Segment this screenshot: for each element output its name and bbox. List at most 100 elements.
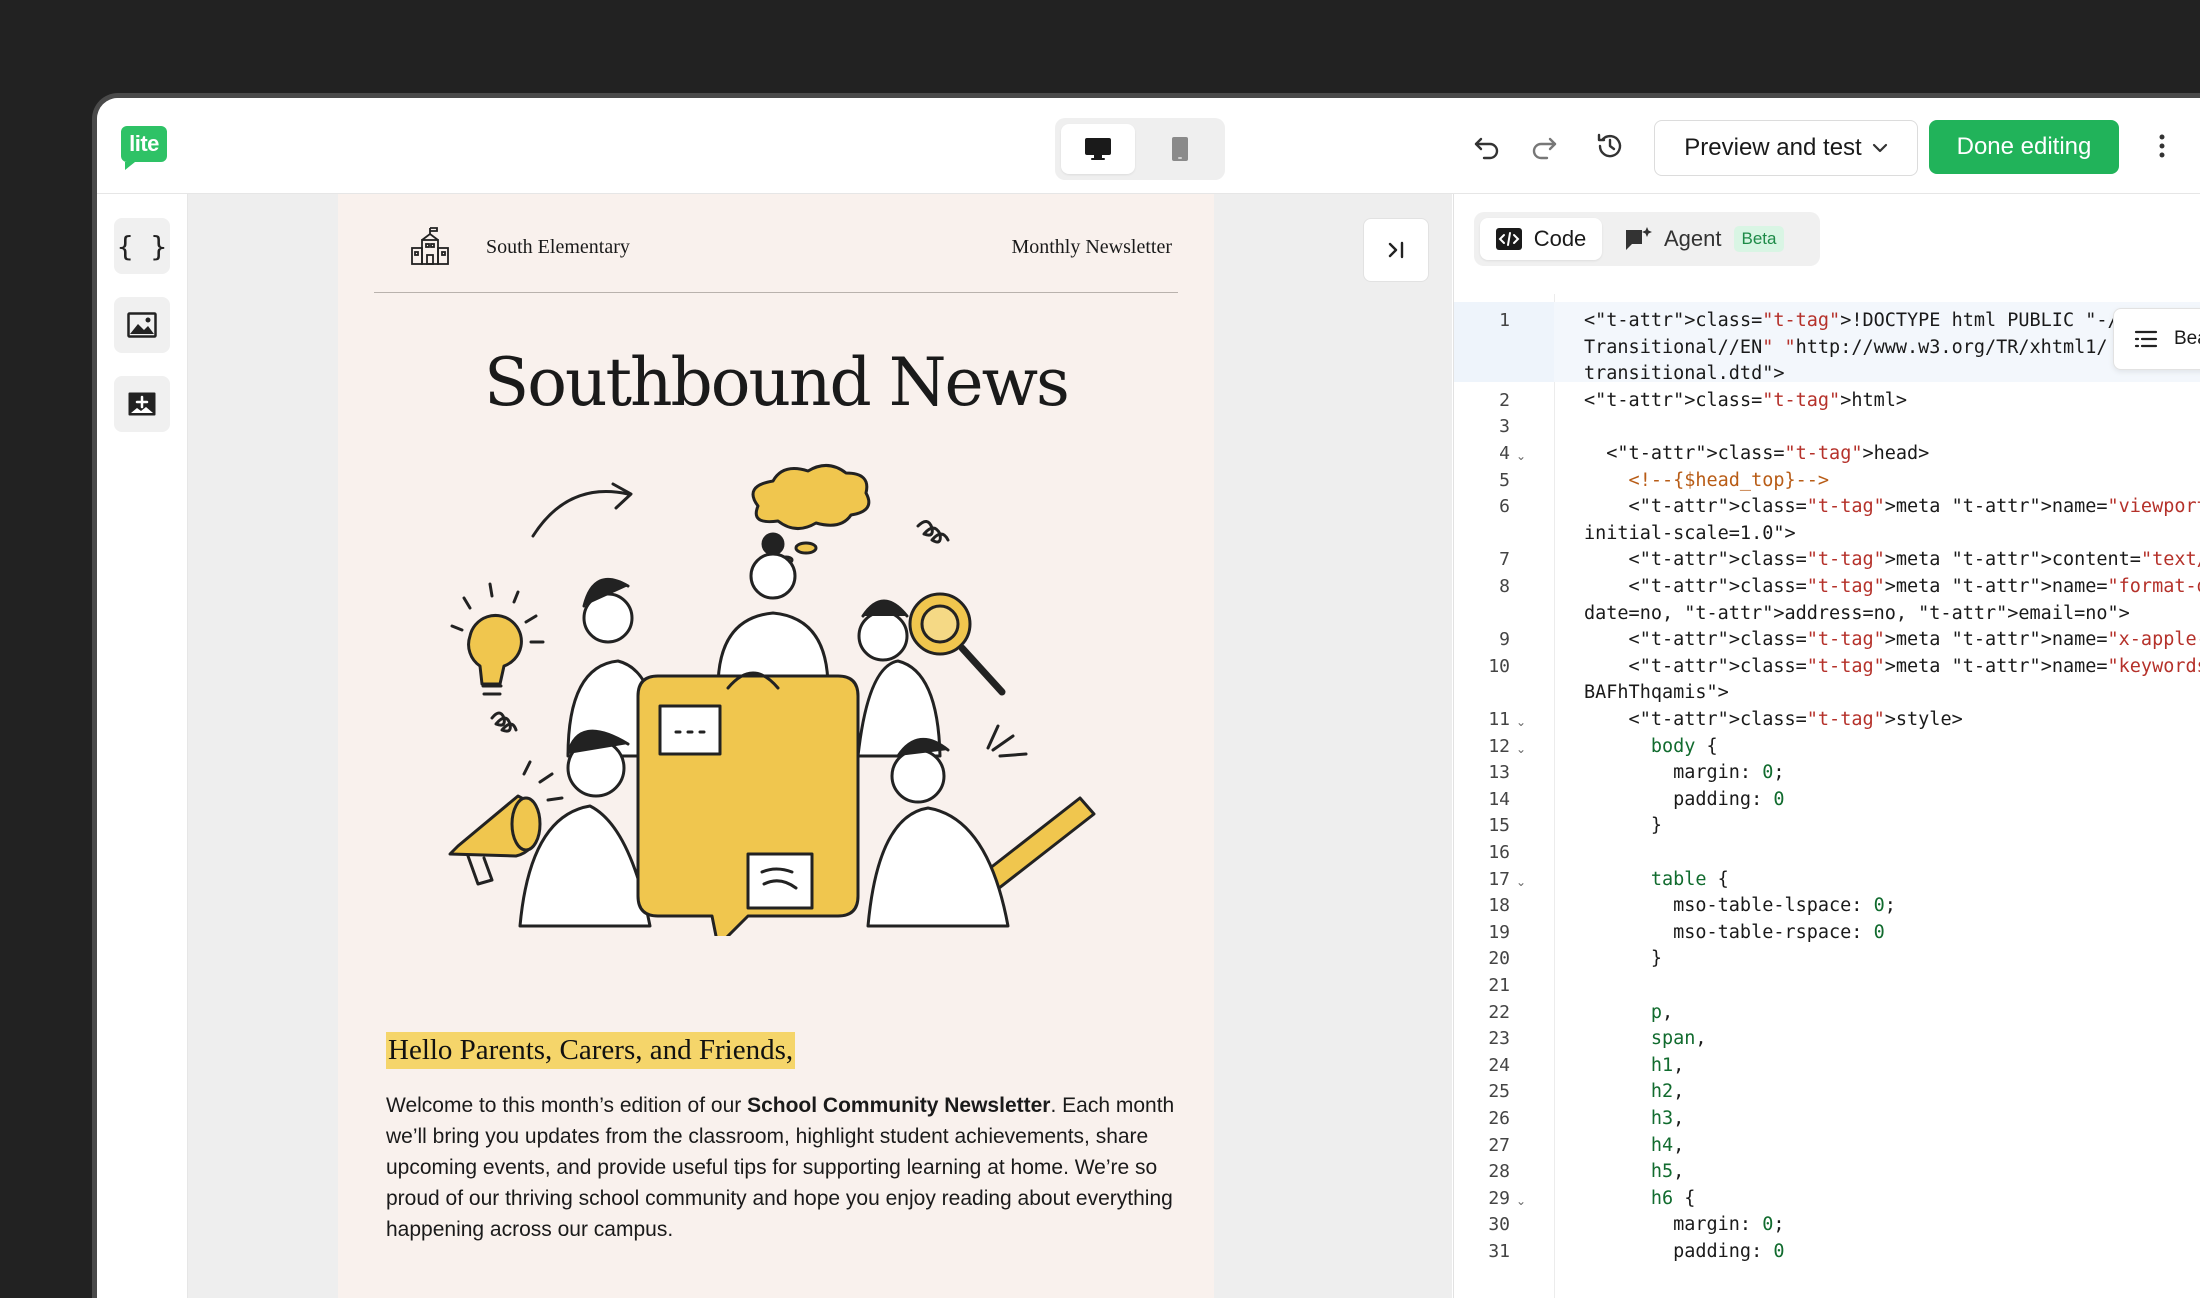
images-button[interactable] — [114, 297, 170, 353]
code-line[interactable]: h5, — [1584, 1159, 1684, 1185]
collapse-panel-icon — [1388, 241, 1404, 259]
school-name[interactable]: South Elementary — [486, 236, 630, 259]
done-editing-button[interactable]: Done editing — [1929, 120, 2119, 174]
code-editor[interactable]: 1 2 3 4 ⌄ 5 6 7 8 9 10 11 ⌄ 12 ⌄ 13 14 15 16 17 ⌄ 18 19 20 21 22 2… — [1454, 294, 2200, 1298]
beautify-icon — [2134, 330, 2158, 348]
school-icon — [411, 227, 449, 265]
team-meeting-illustration[interactable] — [428, 456, 1128, 936]
code-line[interactable]: <"t-attr">class="t-tag">meta "t-attr">na… — [1584, 654, 2200, 680]
greeting-heading[interactable]: Hello Parents, Carers, and Friends, — [386, 1032, 796, 1069]
logo-icon[interactable]: lite — [121, 126, 167, 170]
newsletter-title[interactable]: Southbound News — [338, 344, 1214, 421]
line-number: 5 — [1499, 469, 1510, 491]
add-image-button[interactable] — [114, 376, 170, 432]
line-number: 23 — [1488, 1028, 1510, 1050]
chevron-down-icon — [1872, 143, 1887, 153]
tab-agent-label: Agent — [1664, 226, 1722, 251]
code-blocks-button[interactable]: { } — [114, 218, 170, 274]
code-line[interactable]: <"t-attr">class="t-tag">html> — [1584, 388, 1907, 414]
line-number: 29 — [1488, 1187, 1510, 1209]
code-line[interactable]: margin: 0; — [1584, 760, 1784, 786]
fold-chevron-icon[interactable]: ⌄ — [1516, 707, 1528, 737]
editor-window: lite Preview and test Done editing {} S… — [92, 93, 2200, 1298]
intro-text-start: Welcome to this month’s edition of our — [386, 1094, 748, 1117]
more-options-button[interactable] — [2147, 126, 2177, 166]
device-toggle — [1055, 118, 1225, 180]
fold-chevron-icon[interactable]: ⌄ — [1516, 1186, 1528, 1216]
image-icon — [127, 312, 157, 338]
line-number: 10 — [1488, 655, 1510, 677]
code-line[interactable]: initial-scale=1.0"> — [1584, 521, 1796, 547]
tab-code[interactable]: Code — [1480, 218, 1602, 260]
preview-and-test-button[interactable]: Preview and test — [1654, 120, 1918, 176]
code-line[interactable]: <"t-attr">class="t-tag">meta "t-attr">na… — [1584, 494, 2200, 520]
history-button[interactable] — [1590, 126, 1630, 166]
line-number: 27 — [1488, 1134, 1510, 1156]
undo-icon — [1474, 137, 1499, 160]
code-line[interactable]: <"t-attr">class="t-tag">style> — [1584, 707, 1963, 733]
code-line[interactable]: padding: 0 — [1584, 787, 1784, 813]
line-number: 28 — [1488, 1161, 1510, 1183]
beautify-button[interactable]: Beautify — [2113, 308, 2200, 370]
code-braces-icon: { } — [116, 229, 168, 263]
code-tab-icon — [1495, 228, 1522, 250]
code-line[interactable]: <!--{$head_top}--> — [1584, 468, 1830, 494]
tab-agent[interactable]: Agent Beta — [1624, 218, 1814, 260]
collapse-panel-button[interactable] — [1363, 218, 1429, 282]
line-number: 21 — [1488, 975, 1510, 996]
line-number: 11 — [1488, 709, 1510, 730]
code-line[interactable]: transitional.dtd"> — [1584, 361, 1784, 387]
undo-button[interactable] — [1467, 126, 1507, 166]
code-line[interactable]: h1, — [1584, 1053, 1684, 1079]
code-line[interactable]: mso-table-rspace: 0 — [1584, 920, 1885, 946]
code-line[interactable]: <"t-attr">class="t-tag">!DOCTYPE html PU… — [1584, 308, 2200, 334]
fold-chevron-icon[interactable]: ⌄ — [1516, 867, 1528, 897]
mobile-view-button[interactable] — [1143, 124, 1217, 174]
code-line[interactable]: Transitional//EN" "http://www.w3.org/TR/… — [1584, 335, 2108, 361]
code-line[interactable]: mso-table-lspace: 0; — [1584, 893, 1896, 919]
history-icon — [1597, 133, 1622, 158]
line-number: 31 — [1488, 1241, 1510, 1262]
code-line[interactable]: h3, — [1584, 1106, 1684, 1132]
line-number: 20 — [1488, 948, 1510, 970]
code-line[interactable]: <"t-attr">class="t-tag">meta "t-attr">na… — [1584, 627, 2200, 653]
line-number: 9 — [1499, 629, 1510, 651]
code-line[interactable]: margin: 0; — [1584, 1212, 1784, 1238]
line-number: 7 — [1499, 549, 1510, 571]
line-number: 3 — [1499, 416, 1510, 438]
newsletter-tag[interactable]: Monthly Newsletter — [1011, 236, 1172, 259]
desktop-icon — [1085, 138, 1111, 160]
code-line[interactable]: date=no, "t-attr">address=no, "t-attr">e… — [1584, 601, 2130, 627]
line-number: 6 — [1499, 496, 1510, 518]
intro-bold-text: School Community Newsletter — [747, 1094, 1051, 1117]
beautify-label: Beautify — [2174, 328, 2200, 349]
tool-rail: { } — [97, 194, 188, 1298]
line-number: 25 — [1488, 1081, 1510, 1103]
code-line[interactable]: h2, — [1584, 1079, 1684, 1105]
redo-button[interactable] — [1524, 126, 1564, 166]
line-number: 30 — [1488, 1214, 1510, 1236]
code-line[interactable]: <"t-attr">class="t-tag">meta "t-attr">co… — [1584, 547, 2200, 573]
line-number: 18 — [1488, 895, 1510, 917]
code-line[interactable]: table { — [1584, 867, 1729, 893]
code-line[interactable]: padding: 0 — [1584, 1239, 1784, 1265]
code-line[interactable]: p, — [1584, 1000, 1673, 1026]
line-number: 2 — [1499, 389, 1510, 411]
code-line[interactable]: body { — [1584, 734, 1718, 760]
code-line[interactable]: h4, — [1584, 1133, 1684, 1159]
intro-paragraph[interactable]: Welcome to this month’s edition of our S… — [386, 1090, 1176, 1245]
code-line[interactable]: h6 { — [1584, 1186, 1696, 1212]
fold-chevron-icon[interactable]: ⌄ — [1516, 734, 1528, 764]
line-number: 24 — [1488, 1054, 1510, 1076]
panel-tabs: Code Agent Beta — [1474, 212, 1820, 266]
code-line[interactable]: } — [1584, 813, 1662, 839]
desktop-view-button[interactable] — [1061, 124, 1135, 174]
code-line[interactable]: BAFhThqamis"> — [1584, 680, 1729, 706]
code-line[interactable]: span, — [1584, 1026, 1707, 1052]
fold-chevron-icon[interactable]: ⌄ — [1516, 441, 1528, 471]
code-panel: Code Agent Beta 1 2 3 4 ⌄ 5 6 7 8 9 10 11 ⌄ 12 ⌄ 13 14 15… — [1453, 194, 2200, 1298]
code-line[interactable]: } — [1584, 946, 1662, 972]
code-line[interactable]: <"t-attr">class="t-tag">meta "t-attr">na… — [1584, 574, 2200, 600]
more-vertical-icon — [2159, 134, 2165, 158]
code-line[interactable]: <"t-attr">class="t-tag">head> — [1584, 441, 1929, 467]
